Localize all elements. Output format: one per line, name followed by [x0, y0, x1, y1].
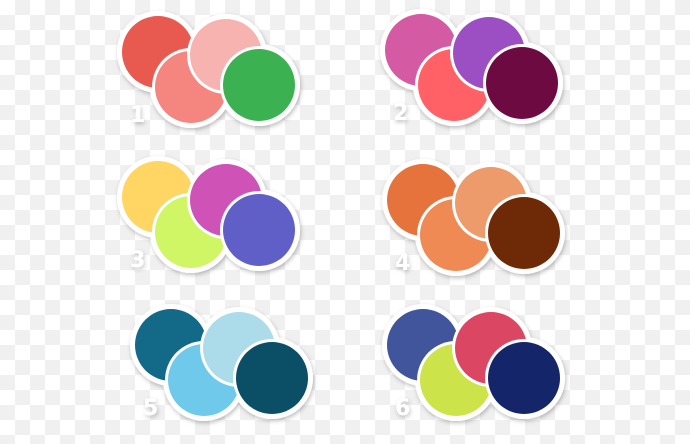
- palette-6: 6: [382, 304, 565, 421]
- palette-3: 3: [117, 156, 300, 273]
- palette-5: 5: [130, 304, 313, 421]
- palette-number: 6: [395, 396, 410, 421]
- color-swatch: [486, 47, 558, 119]
- color-swatch: [488, 197, 560, 269]
- palette-1: 1: [117, 11, 300, 128]
- palette-number: 3: [130, 248, 145, 273]
- color-swatch: [488, 342, 560, 414]
- color-swatch: [223, 194, 295, 266]
- palette-artwork: 1 2 3 4 5 6: [117, 9, 565, 421]
- palette-2: 2: [380, 9, 563, 126]
- color-swatch: [223, 49, 295, 121]
- palette-4: 4: [382, 159, 565, 276]
- palette-number: 4: [395, 251, 410, 276]
- palette-number: 5: [143, 396, 158, 421]
- palette-number: 1: [130, 103, 145, 128]
- palette-number: 2: [393, 101, 408, 126]
- color-swatch: [236, 342, 308, 414]
